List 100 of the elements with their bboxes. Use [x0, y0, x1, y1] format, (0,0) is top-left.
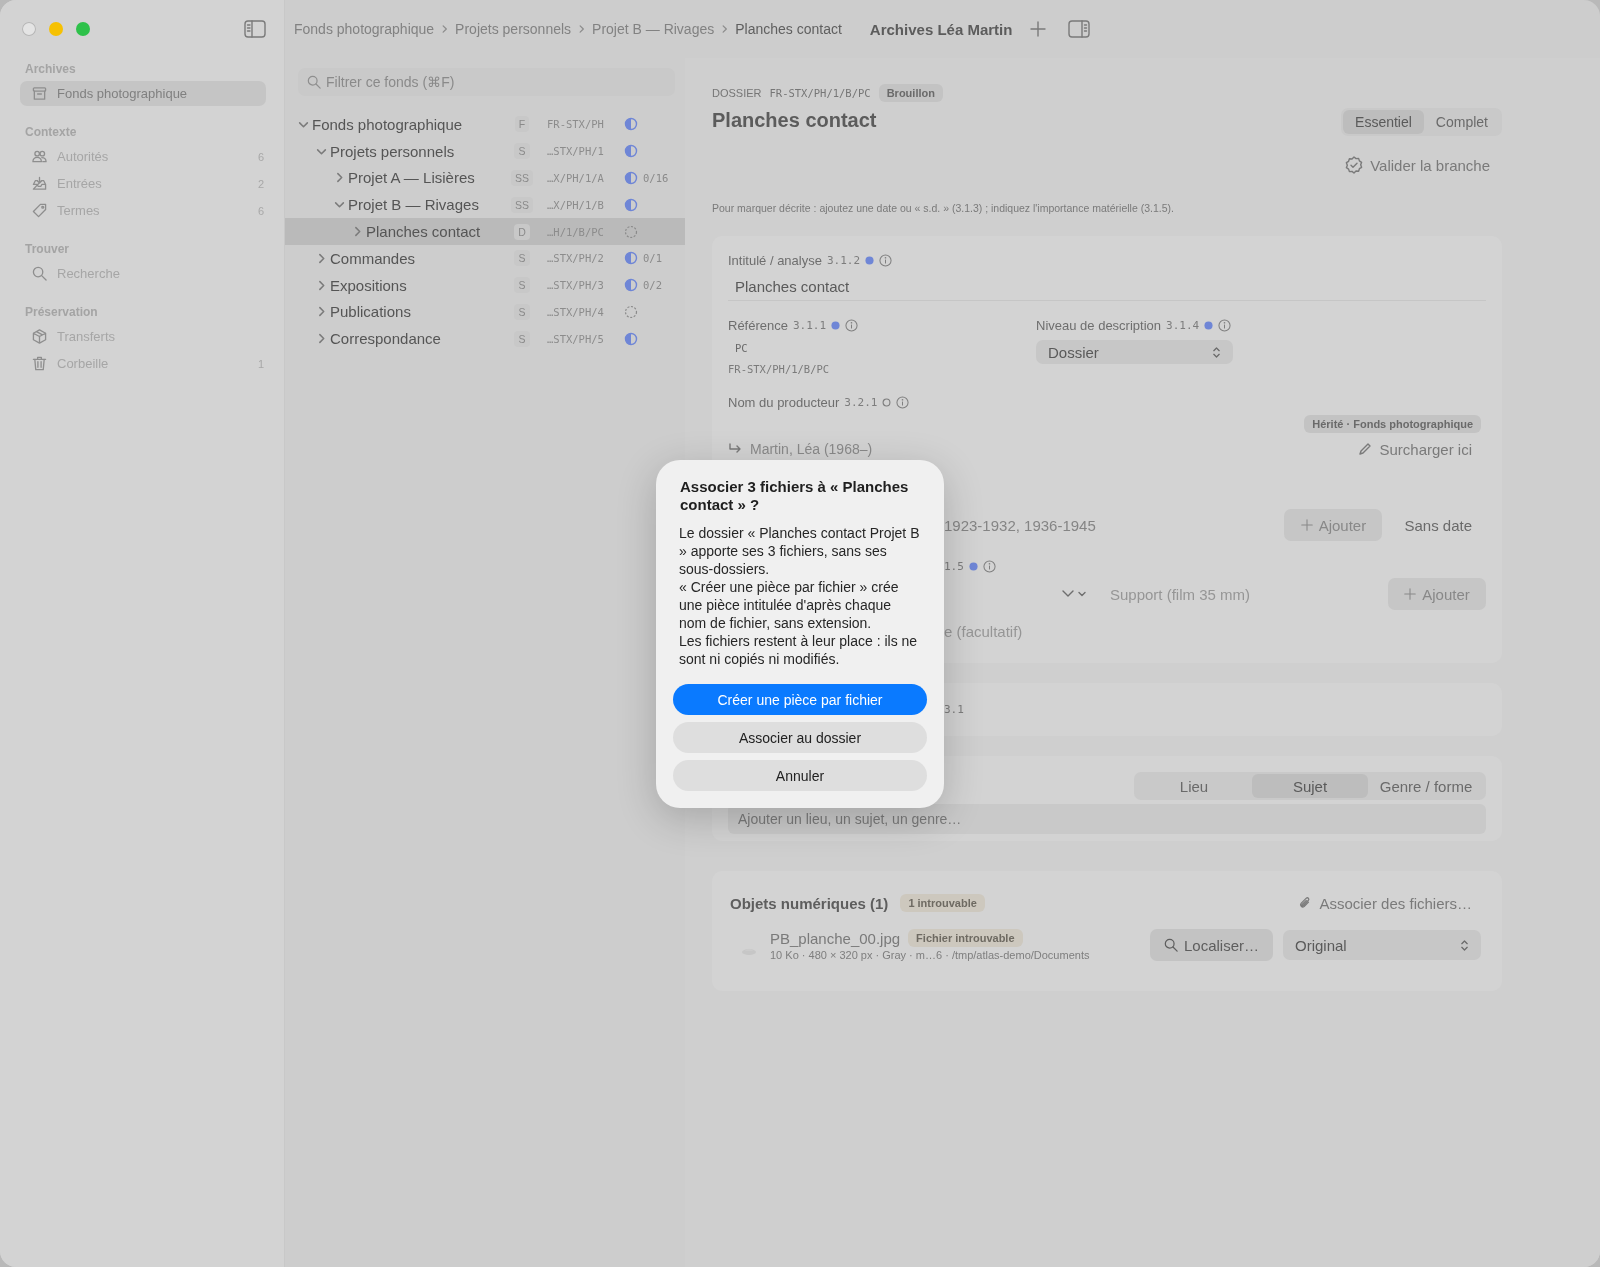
search-icon: [307, 75, 321, 89]
file-name: PB_planche_00.jpg: [770, 929, 901, 947]
index-tab[interactable]: Sujet: [1252, 774, 1368, 798]
chevron-icon: [577, 24, 587, 34]
chevron-icon: [720, 24, 730, 34]
plus-icon: [1300, 519, 1313, 531]
tree-row[interactable]: Commandes S …STX/PH/2 0/1: [285, 245, 685, 272]
node-title: Expositions: [330, 276, 407, 294]
trash-icon: [32, 356, 47, 371]
reference-code: …X/PH/1/A: [546, 172, 605, 184]
updown-chevron-icon: [1460, 938, 1469, 952]
close-button[interactable]: [22, 22, 36, 36]
sidebar-item[interactable]: Fonds photographique: [20, 81, 266, 106]
chevron-icon: [440, 24, 450, 34]
reference-code: …STX/PH/3: [546, 279, 605, 292]
tree-row[interactable]: Projet A — Lisières SS …X/PH/1/A 0/16: [285, 164, 685, 192]
node-title: Commandes: [330, 249, 416, 267]
field-code: 3.2.1: [844, 395, 878, 409]
support-field[interactable]: Support (film 35 mm): [1110, 580, 1370, 608]
add-button[interactable]: Ajouter: [1388, 578, 1486, 610]
reference-code: …STX/PH/2: [546, 252, 605, 265]
field-code: 3.1: [944, 703, 964, 716]
breadcrumb-link[interactable]: Projet B — Rivages: [592, 21, 715, 37]
level-badge: S: [514, 143, 530, 160]
override-button[interactable]: Surcharger ici: [1358, 440, 1486, 458]
field-label: Niveau de description: [1036, 317, 1162, 333]
dialog-button[interactable]: Créer une pièce par fichier: [673, 684, 927, 715]
hint-text: Pour marquer décrite : ajoutez une date ou « s.d. » (3.1.3) ; indiquez l'importance matérielle (3.1.5).: [712, 202, 1175, 216]
pencil-icon: [1358, 442, 1373, 456]
info-icon: [845, 318, 859, 332]
reference-value: PC: [734, 342, 749, 356]
creator-name: Martin, Léa (1968–): [750, 441, 873, 457]
tree-row[interactable]: Expositions S …STX/PH/3 0/2: [285, 271, 685, 299]
plus-icon: [1404, 588, 1417, 600]
title-field[interactable]: Planches contact: [728, 272, 1486, 301]
tree-row[interactable]: Projet B — Rivages SS …X/PH/1/B: [285, 191, 685, 219]
field-code: 3.1.1: [793, 318, 827, 332]
full-reference: FR-STX/PH/1/B/PC: [728, 363, 831, 377]
progress-count: 0/16: [642, 172, 670, 184]
index-term-field[interactable]: Ajouter un lieu, un sujet, un genre…: [728, 804, 1486, 834]
tree-row[interactable]: Fonds photographique F FR-STX/PH: [285, 111, 685, 138]
info-icon: [982, 559, 996, 573]
dialog-button[interactable]: Annuler: [673, 760, 927, 791]
index-tab[interactable]: Genre / forme: [1368, 774, 1484, 798]
node-title: Correspondance: [330, 330, 441, 348]
reference-code: FR-STX/PH: [546, 118, 605, 131]
locate-button[interactable]: Localiser…: [1150, 929, 1273, 961]
sidebar-toggle-icon: [244, 20, 266, 38]
note-field[interactable]: e (facultatif): [944, 619, 1244, 643]
version-select[interactable]: Original: [1283, 930, 1481, 960]
inbox-tray-icon: [32, 176, 47, 191]
inherited-badge: Hérité · Fonds photographique: [1304, 415, 1481, 433]
field-code: 3.1.4: [1166, 318, 1200, 332]
progress-count: 0/1: [642, 252, 663, 265]
file-details: 10 Ko · 480 × 320 px · Gray · m…6 · /tmp/atlas-demo/Documents: [770, 949, 1091, 961]
node-title: Projet B — Rivages: [348, 196, 479, 214]
view-tab[interactable]: Complet: [1423, 110, 1500, 134]
field-label: Intitulé / analyse: [728, 252, 822, 268]
validate-button[interactable]: Valider la branche: [1345, 153, 1490, 177]
field-label: Référence: [728, 317, 788, 333]
dialog-button[interactable]: Associer au dossier: [673, 722, 927, 753]
dialog-message: « Créer une pièce par fichier » crée une pièce intitulée d'après chaque nom de fichier, sans extension.: [678, 578, 900, 632]
dialog-title: Associer 3 fichiers à « Planches contact » ?: [679, 478, 910, 514]
tag-icon: [32, 203, 47, 218]
record-title: Planches contact: [712, 108, 878, 132]
info-icon: [879, 253, 893, 267]
tree-row[interactable]: Correspondance S …STX/PH/5: [285, 325, 685, 353]
attach-files-button[interactable]: Associer des fichiers…: [1298, 894, 1472, 912]
field-label: Nom du producteur: [728, 394, 840, 410]
dialog-message: Le dossier « Planches contact Projet B » apporte ses 3 fichiers, sans ses sous-dossiers.: [678, 524, 921, 578]
undated-button[interactable]: Sans date: [1390, 509, 1486, 541]
zoom-button[interactable]: [76, 22, 90, 36]
people-icon: [32, 149, 47, 164]
updown-chevron-icon: [1212, 345, 1221, 359]
node-title: Projets personnels: [330, 142, 455, 160]
cube-icon: [32, 329, 47, 344]
view-tab[interactable]: Essentiel: [1343, 110, 1424, 134]
reference-code: …STX/PH/5: [546, 332, 605, 345]
level-select[interactable]: Dossier: [1036, 340, 1233, 364]
level-badge: S: [514, 277, 530, 294]
tree-row[interactable]: Projets personnels S …STX/PH/1: [285, 137, 685, 165]
level-badge: S: [514, 303, 530, 320]
add-button[interactable]: Ajouter: [1284, 509, 1383, 541]
reference-code: …STX/PH/4: [546, 305, 605, 318]
breadcrumb-link[interactable]: Fonds photographique: [294, 21, 435, 37]
level-badge: S: [514, 250, 530, 267]
level-badge: SS: [511, 170, 533, 186]
breadcrumb-link[interactable]: Planches contact: [735, 21, 842, 37]
tree-row[interactable]: Publications S …STX/PH/4: [285, 298, 685, 326]
minimize-button[interactable]: [49, 22, 63, 36]
search-icon: [32, 266, 47, 281]
level-badge: S: [514, 330, 530, 347]
node-title: Projet A — Lisières: [348, 169, 475, 187]
node-title: Planches contact: [366, 223, 481, 241]
search-field[interactable]: Filtrer ce fonds (⌘F): [298, 68, 675, 96]
breadcrumb-link[interactable]: Projets personnels: [455, 21, 572, 37]
archive-box-icon: [32, 86, 47, 101]
index-tab[interactable]: Lieu: [1136, 774, 1252, 798]
reference-code: …X/PH/1/B: [546, 198, 605, 211]
status-badge: Brouillon: [878, 84, 943, 102]
